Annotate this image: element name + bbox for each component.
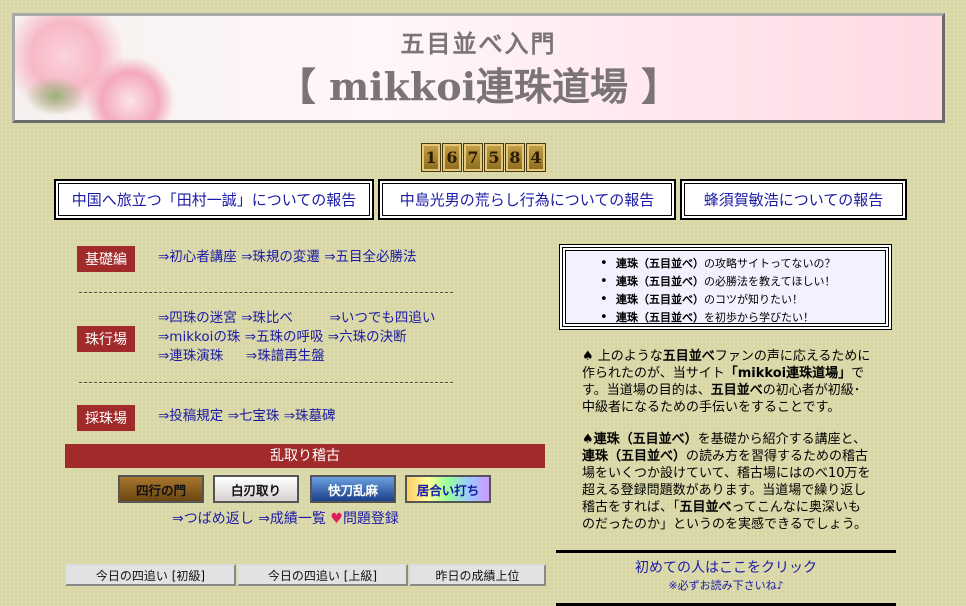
link-goshu-kokyu[interactable]: ⇒五珠の呼吸 <box>245 329 324 345</box>
section-label-kiso: 基礎編 <box>77 246 135 272</box>
link-toko-kitei[interactable]: ⇒投稿規定 <box>158 408 223 424</box>
report-link-hachisuka[interactable]: 蜂須賀敏浩についての報告 <box>704 189 884 210</box>
button-kaito-ranma[interactable]: 快刀乱麻 <box>310 475 396 503</box>
link-rule-history[interactable]: ⇒珠規の変遷 <box>241 249 320 265</box>
question-item: 連珠（五目並べ）を初歩から学びたい！ <box>600 309 885 327</box>
site-banner: 五目並べ入門 【 mikkoi連珠道場 】 <box>12 13 945 123</box>
question-item: 連珠（五目並べ）の必勝法を教えてほしい！ <box>600 273 885 291</box>
first-time-box: 初めての人はここをクリック ※必ずお読み下さいね♪ <box>556 550 896 606</box>
tab-today-beginner[interactable]: 今日の四追い [初級] <box>65 564 236 586</box>
link-tsubame-gaeshi[interactable]: ⇒つばめ返し <box>172 511 254 527</box>
report-link-nakajima[interactable]: 中島光男の荒らし行為についての報告 <box>400 189 655 210</box>
randori-header: 乱取り稽古 <box>65 444 545 468</box>
question-item: 連珠（五目並べ）の攻略サイトってないの？ <box>600 255 885 273</box>
report-box-nakajima[interactable]: 中島光男の荒らし行為についての報告 <box>378 179 676 220</box>
counter-digit: 5 <box>484 143 504 172</box>
first-time-link[interactable]: 初めての人はここをクリック <box>635 560 817 576</box>
link-shichu-meikyu[interactable]: ⇒四珠の迷宮 <box>158 310 237 326</box>
counter-digit: 8 <box>505 143 525 172</box>
intro-paragraph-2: ♠連珠（五目並べ）を基礎から紹介する講座と、連珠（五目並べ）の読み方を習得するた… <box>582 432 871 532</box>
site-title: 【 mikkoi連珠道場 】 <box>277 64 680 109</box>
counter-digit: 6 <box>442 143 462 172</box>
counter-digit: 1 <box>421 143 441 172</box>
report-box-hachisuka[interactable]: 蜂須賀敏浩についての報告 <box>680 179 907 220</box>
randori-links: ⇒つばめ返し ⇒成績一覧 ♥問題登録 <box>172 510 399 529</box>
link-rokushu-ketsudan[interactable]: ⇒六珠の決断 <box>328 329 407 345</box>
link-mondai-toroku[interactable]: 問題登録 <box>343 511 399 527</box>
section-label-shugyo: 珠行場 <box>77 326 135 352</box>
link-shufu-saisei[interactable]: ⇒珠譜再生盤 <box>246 348 325 364</box>
link-shu-bohi[interactable]: ⇒珠墓碑 <box>284 408 336 424</box>
link-beginner-course[interactable]: ⇒初心者講座 <box>158 249 237 265</box>
shugyo-links: ⇒四珠の迷宮 ⇒珠比べ ⇒いつでも四追い ⇒mikkoiの珠 ⇒五珠の呼吸 ⇒六… <box>158 309 468 366</box>
first-time-note: ※必ずお読み下さいね♪ <box>668 579 784 592</box>
link-shippo-shu[interactable]: ⇒七宝珠 <box>228 408 280 424</box>
button-iai-uchi[interactable]: 居合い打ち <box>405 475 491 503</box>
heart-icon: ♥ <box>330 511 343 527</box>
section-label-saishu: 採珠場 <box>77 405 135 431</box>
tab-yesterday-top[interactable]: 昨日の成績上位 <box>409 564 546 586</box>
report-link-tamura[interactable]: 中国へ旅立つ「田村一誠」についての報告 <box>72 189 357 210</box>
link-seiseki-ichiran[interactable]: ⇒成績一覧 <box>258 511 326 527</box>
button-shirahadori[interactable]: 白刃取り <box>213 475 299 503</box>
link-gomoku-winning[interactable]: ⇒五目全必勝法 <box>324 249 416 265</box>
link-renju-enshu[interactable]: ⇒連珠演珠 <box>158 348 223 364</box>
question-item: 連珠（五目並べ）のコツが知りたい！ <box>600 291 885 309</box>
divider <box>79 292 453 294</box>
saishu-links: ⇒投稿規定 ⇒七宝珠 ⇒珠墓碑 <box>158 407 336 426</box>
divider <box>79 382 453 384</box>
link-mikkoi-shu[interactable]: ⇒mikkoiの珠 <box>158 329 240 345</box>
tab-today-advanced[interactable]: 今日の四追い [上級] <box>237 564 408 586</box>
counter-digit: 4 <box>526 143 546 172</box>
question-box: 連珠（五目並べ）の攻略サイトってないの？ 連珠（五目並べ）の必勝法を教えてほしい… <box>559 244 892 330</box>
kiso-links: ⇒初心者講座 ⇒珠規の変遷 ⇒五目全必勝法 <box>158 248 417 267</box>
button-shiko-no-mon[interactable]: 四行の門 <box>118 475 204 503</box>
link-itsudemo-yonoi[interactable]: ⇒いつでも四追い <box>330 310 436 326</box>
site-subtitle: 五目並べ入門 <box>400 30 557 58</box>
report-box-tamura[interactable]: 中国へ旅立つ「田村一誠」についての報告 <box>54 179 374 220</box>
visitor-counter: 1 6 7 5 8 4 <box>421 143 546 172</box>
intro-paragraph-1: ♠ 上のような五目並べファンの声に応えるために作られたのが、当サイト「mikko… <box>582 349 871 415</box>
counter-digit: 7 <box>463 143 483 172</box>
link-shu-kurabe[interactable]: ⇒珠比べ <box>241 310 293 326</box>
